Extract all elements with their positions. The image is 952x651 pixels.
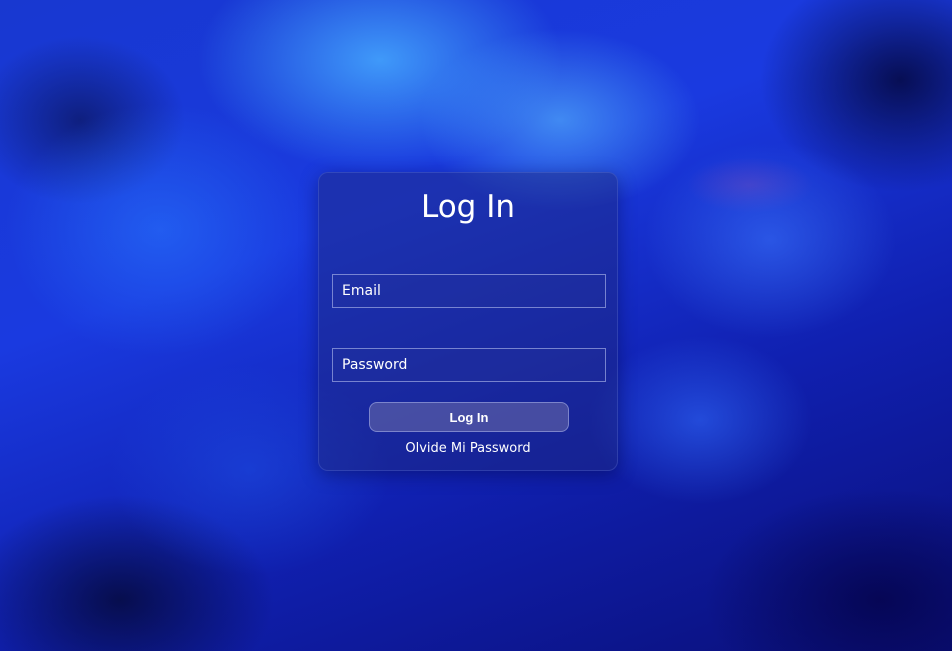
password-field[interactable] [332,348,606,382]
login-title: Log In [420,189,515,225]
email-field[interactable] [332,274,606,308]
login-card: Log In Log In Olvide Mi Password [318,172,618,471]
login-button[interactable]: Log In [369,402,569,432]
forgot-password-link[interactable]: Olvide Mi Password [319,441,617,456]
